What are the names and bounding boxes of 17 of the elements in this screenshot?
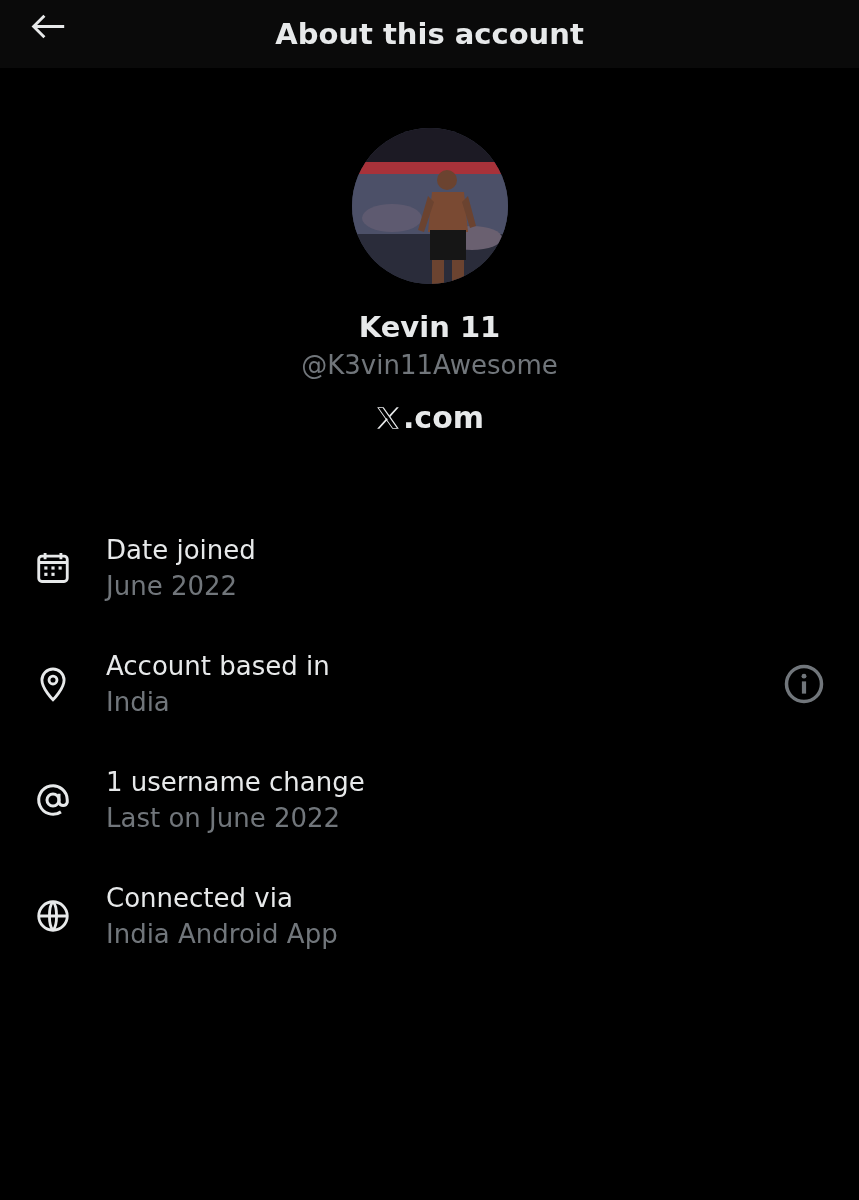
back-arrow-icon[interactable]	[30, 13, 66, 40]
detail-label: 1 username change	[106, 767, 366, 797]
user-handle: @K3vin11Awesome	[301, 350, 558, 380]
display-name: Kevin 11	[358, 310, 501, 344]
page-title: About this account	[275, 17, 584, 51]
site-domain: .com	[402, 400, 485, 435]
detail-value: India Android App	[106, 919, 339, 949]
x-logo-icon	[374, 404, 401, 431]
detail-value: Last on June 2022	[106, 803, 342, 833]
detail-value: June 2022	[106, 571, 239, 601]
globe-icon	[34, 897, 72, 935]
detail-label: Date joined	[106, 535, 257, 565]
detail-label: Account based in	[106, 651, 331, 681]
info-icon[interactable]	[783, 663, 825, 705]
detail-value: India	[106, 687, 171, 717]
detail-label: Connected via	[106, 883, 294, 913]
at-sign-icon	[34, 781, 72, 819]
